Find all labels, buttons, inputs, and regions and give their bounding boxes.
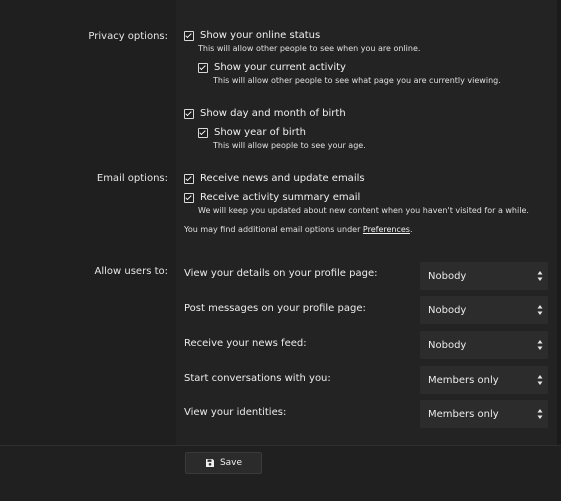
show-year-label: Show year of birth [214,127,306,138]
receive-summary-checkbox[interactable]: Receive activity summary email [184,192,360,203]
receive-summary-label: Receive activity summary email [200,192,361,203]
allow-users-label: Allow users to: [94,266,168,277]
select-news-feed[interactable]: Nobody [420,331,548,359]
checkbox-checked-icon[interactable] [184,30,194,41]
perm-label-post-messages: Post messages on your profile page: [184,303,366,314]
label-column [0,0,176,445]
note-prefix: You may find additional email options un… [184,225,363,234]
show-year-checkbox[interactable]: Show year of birth [198,127,306,138]
receive-summary-hint: We will keep you updated about new conte… [198,206,529,215]
show-dob-checkbox[interactable]: Show day and month of birth [184,108,346,119]
sort-arrows-icon [537,271,543,281]
show-current-activity-hint: This will allow other people to see what… [213,76,501,85]
checkbox-checked-icon[interactable] [184,108,194,119]
save-label: Save [219,458,243,468]
select-value: Nobody [428,339,467,351]
show-current-activity-label: Show your current activity [214,62,346,73]
select-identities[interactable]: Members only [420,400,548,428]
privacy-options-label: Privacy options: [88,31,168,42]
select-value: Members only [428,408,499,420]
perm-label-identities: View your identities: [184,407,287,418]
sort-arrows-icon [537,340,543,350]
sort-arrows-icon [537,409,543,419]
checkbox-checked-icon[interactable] [184,192,194,203]
select-value: Nobody [428,304,467,316]
show-online-status-hint: This will allow other people to see when… [198,44,421,53]
save-button[interactable]: Save [185,452,262,474]
show-year-hint: This will allow people to see your age. [213,141,366,150]
select-value: Members only [428,374,499,386]
perm-label-news-feed: Receive your news feed: [184,338,307,349]
select-profile-details[interactable]: Nobody [420,262,548,290]
sort-arrows-icon [537,375,543,385]
email-options-label: Email options: [96,173,168,184]
show-online-status-checkbox[interactable]: Show your online status [184,30,320,41]
preferences-link[interactable]: Preferences [363,225,410,234]
floppy-disk-icon [205,459,214,467]
select-post-messages[interactable]: Nobody [420,296,548,324]
email-options-note: You may find additional email options un… [184,225,413,234]
privacy-settings-page: Privacy options: Show your online status… [0,0,561,501]
sort-arrows-icon [537,305,543,315]
receive-news-label: Receive news and update emails [200,173,365,184]
checkbox-checked-icon[interactable] [198,62,208,73]
select-start-conversations[interactable]: Members only [420,366,548,394]
checkbox-checked-icon[interactable] [184,173,194,184]
show-dob-label: Show day and month of birth [200,108,346,119]
right-edge [557,0,561,500]
show-current-activity-checkbox[interactable]: Show your current activity [198,62,346,73]
perm-label-start-conversations: Start conversations with you: [184,373,331,384]
show-online-status-label: Show your online status [200,30,321,41]
select-value: Nobody [428,270,467,282]
checkbox-checked-icon[interactable] [198,127,208,138]
note-suffix: . [409,225,413,234]
receive-news-checkbox[interactable]: Receive news and update emails [184,173,365,184]
perm-label-profile-details: View your details on your profile page: [184,268,378,279]
form-footer [0,445,561,501]
